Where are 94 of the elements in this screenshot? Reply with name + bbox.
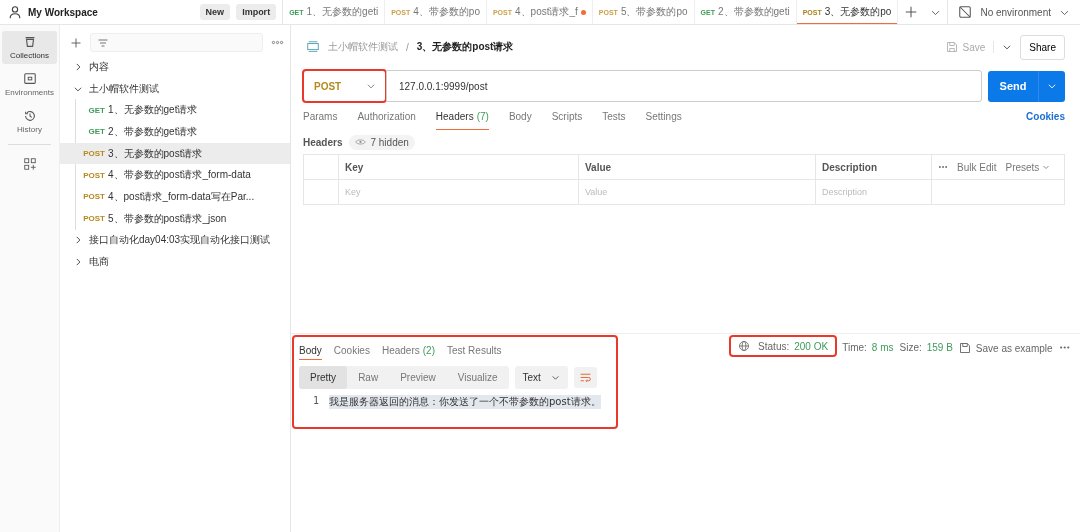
collection-item[interactable]: 内容 [60, 56, 290, 78]
collection-item[interactable]: 电商 [60, 251, 290, 273]
response-tab[interactable]: Cookies [333, 340, 370, 360]
share-button[interactable]: Share [1020, 34, 1065, 60]
request-name: 1、无参数的get请求 [108, 103, 198, 118]
line-number: 1 [311, 395, 319, 408]
size-text: Size: 159 B [899, 341, 953, 353]
response-text: 我是服务器返回的消息：你发送了一个不带参数的post请求。 [329, 395, 601, 409]
workspace-button[interactable]: New [199, 4, 231, 20]
view-option[interactable]: Raw [347, 366, 390, 389]
request-name: 4、post请求_form-data写在Par... [108, 189, 255, 204]
method-label: POST [82, 149, 105, 159]
request-name: 4、带参数的post请求_form-data [108, 168, 251, 183]
tab-title: 2、带参数的geti [717, 5, 790, 19]
column-header: Description [816, 155, 932, 179]
tab-title: 4、带参数的po [413, 5, 480, 19]
method-label: GET [87, 105, 105, 115]
filter-field[interactable] [90, 33, 263, 52]
method-label: POST [82, 170, 105, 180]
globe-icon [738, 340, 751, 352]
cookies-link[interactable]: Cookies [1026, 110, 1065, 122]
request-item[interactable]: GET 2、带参数的get请求 [60, 121, 290, 143]
environment-selector[interactable]: No environment [947, 0, 1080, 24]
more-icon[interactable] [938, 165, 948, 169]
response-tab[interactable]: Body [299, 340, 322, 360]
save-example-button[interactable]: Save as example [958, 336, 1053, 354]
add-icon[interactable] [904, 5, 919, 19]
filter-icon [97, 36, 109, 49]
status-text: Status: 200 OK [758, 340, 829, 352]
request-name: 2、带参数的get请求 [108, 124, 198, 139]
request-name: 5、带参数的post请求_json [108, 211, 227, 226]
request-tab[interactable]: Scripts [551, 102, 583, 130]
request-tab[interactable]: Tests [602, 102, 626, 130]
save-icon [945, 41, 958, 53]
user-icon [8, 5, 22, 19]
method-label: POST [82, 214, 105, 224]
more-icon[interactable] [271, 40, 284, 45]
request-name: 3、无参数的post请求 [108, 146, 203, 161]
breadcrumb-separator: / [406, 41, 409, 53]
send-button[interactable]: Send [988, 70, 1065, 102]
request-item[interactable]: POST 4、post请求_form-data写在Par... [60, 186, 290, 208]
more-icon[interactable] [1058, 345, 1070, 350]
request-item[interactable]: POST 5、带参数的post请求_json [60, 207, 290, 230]
workspace-button[interactable]: Import [236, 4, 277, 20]
request-item[interactable]: POST 3、无参数的post请求 [60, 142, 290, 165]
rail-item[interactable]: Collections [2, 31, 57, 64]
request-tab[interactable]: Settings [645, 102, 682, 130]
headers-label: Headers [303, 136, 343, 148]
request-title: 3、无参数的post请求 [416, 40, 514, 54]
chevron-down-icon [550, 373, 560, 382]
rail-item[interactable]: Environments [2, 68, 57, 101]
request-tab[interactable]: Params [303, 102, 338, 130]
eye-icon [355, 138, 367, 146]
no-environment-icon [958, 5, 973, 19]
history-icon [22, 109, 37, 123]
response-tab[interactable]: Test Results [447, 340, 502, 360]
tab-title: 4、post请求_f [515, 5, 578, 19]
tab-title: 3、无参数的po [824, 5, 892, 19]
chevron-down-icon [366, 81, 376, 91]
request-item[interactable]: POST 4、带参数的post请求_form-data [60, 164, 290, 187]
method-label: GET [87, 127, 105, 137]
request-tab[interactable]: Authorization [357, 102, 416, 130]
bulk-edit-link[interactable]: Bulk Edit [957, 161, 997, 173]
collection-item[interactable]: 土小帽软件测试 [60, 77, 290, 100]
column-header: Key [339, 155, 579, 179]
view-option[interactable]: Preview [389, 366, 447, 389]
wrap-lines-icon [578, 371, 592, 384]
chevron-down-icon [1047, 81, 1057, 91]
wrap-button[interactable] [573, 367, 597, 388]
view-option[interactable]: Pretty [299, 366, 348, 389]
rail-item[interactable]: History [2, 105, 57, 138]
add-icon[interactable] [70, 36, 82, 49]
method-dropdown[interactable]: POST [303, 70, 386, 102]
tab-title: 5、带参数的po [620, 5, 688, 19]
configure-icon[interactable] [22, 157, 37, 171]
column-header: Value [579, 155, 816, 179]
format-dropdown[interactable]: Text [514, 366, 568, 389]
save-icon [958, 342, 971, 354]
presets-dropdown[interactable]: Presets [1005, 161, 1051, 173]
response-tab[interactable]: Headers (2) [381, 340, 435, 360]
request-item[interactable]: GET 1、无参数的get请求 [60, 99, 290, 122]
collection-item[interactable]: 接口自动化day04:03实现自动化接口测试 [60, 229, 290, 252]
view-option[interactable]: Visualize [446, 366, 509, 389]
request-tab[interactable]: Headers (7) [435, 102, 489, 130]
url-field[interactable]: 127.0.0.1:9999/post [386, 70, 982, 102]
hidden-headers-toggle[interactable]: 7 hidden [349, 134, 415, 150]
workspace-name[interactable]: My Workspace [28, 6, 98, 18]
method-label: POST [82, 192, 105, 202]
environments-icon [22, 72, 37, 86]
tab-title: 1、无参数的geti [306, 5, 379, 19]
request-tab[interactable]: Body [508, 102, 532, 130]
chevron-down-icon[interactable] [1002, 42, 1013, 52]
chevron-down-icon [1042, 163, 1051, 171]
time-text: Time: 8 ms [842, 341, 894, 353]
